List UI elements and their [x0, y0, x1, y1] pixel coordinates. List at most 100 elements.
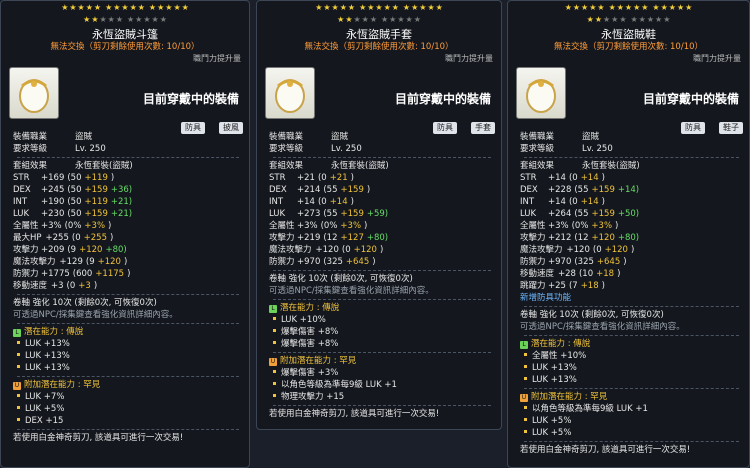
- potential-value: LUK +13%: [25, 339, 70, 349]
- star-icon: ★: [105, 3, 113, 12]
- potential-line: 全屬性 +10%: [520, 350, 743, 362]
- info-row: 套組效果 永恆套裝(盜賊): [13, 160, 243, 172]
- star-icon: ★: [608, 3, 616, 12]
- info-label: 套組效果: [269, 161, 304, 171]
- power-increase-label: 職鬥力提升量: [193, 54, 241, 63]
- additional-label: 附加潛在能力 :: [24, 380, 84, 390]
- star-icon: ★: [435, 3, 443, 12]
- stat-name: 魔法攻擊力: [520, 245, 563, 255]
- star-group: ★ ★ ★ ★ ★: [61, 3, 101, 13]
- stat-total: +120: [315, 245, 339, 255]
- stat-total: +209: [41, 245, 65, 255]
- star-icon: ★: [173, 3, 181, 12]
- star-icon: ★: [323, 3, 331, 12]
- stat-total: +273: [297, 209, 321, 219]
- stat-total: +230: [41, 209, 65, 219]
- info-row: 裝備職業 盜賊: [269, 131, 495, 143]
- star-row-2: ★ ★ ★ ★ ★ ★ ★ ★ ★ ★: [1, 13, 249, 25]
- stat-bonus: +119: [84, 197, 108, 207]
- potential-line: LUK +13%: [13, 350, 243, 362]
- stat-base: (325: [574, 257, 594, 267]
- stat-base: (0: [71, 233, 81, 243]
- stat-enhance: +14): [617, 185, 640, 195]
- stat-name: INT: [269, 197, 284, 207]
- stat-name: LUK: [13, 209, 30, 219]
- additional-value: 物理攻擊力 +15: [281, 392, 345, 402]
- stat-total: +228: [548, 185, 572, 195]
- potential-rank: 傳說: [66, 327, 84, 337]
- stat-name: 攻擊力: [269, 233, 295, 243]
- star-icon: ★: [151, 15, 159, 24]
- star-icon: ★: [91, 15, 99, 24]
- stat-name: DEX: [520, 185, 538, 195]
- stat-name: DEX: [269, 185, 287, 195]
- stat-total: +264: [548, 209, 572, 219]
- legendary-icon: L: [520, 341, 528, 349]
- stat-total: +3%: [41, 221, 62, 231]
- star-icon: ★: [427, 3, 435, 12]
- stat-name: 移動速度: [520, 269, 555, 279]
- stat-base: (0: [317, 173, 327, 183]
- stat-name: 全屬性: [520, 221, 546, 231]
- star-group: ★ ★ ★ ★ ★: [359, 3, 399, 13]
- bullet-icon: [273, 341, 276, 344]
- star-icon: ★: [413, 15, 421, 24]
- stat-total: +1775: [41, 269, 70, 279]
- stat-total: +21: [297, 173, 315, 183]
- star-icon: ★: [611, 15, 619, 24]
- info-row: 裝備職業 盜賊: [520, 131, 743, 143]
- divider: [273, 405, 491, 406]
- divider: [17, 294, 239, 295]
- stat-bonus: +14: [580, 173, 599, 183]
- stat-bonus: +14: [329, 197, 348, 207]
- additional-line: LUK +7%: [13, 391, 243, 403]
- stat-bonus: +159: [591, 209, 615, 219]
- star-force-stars: ★ ★ ★ ★ ★ ★ ★ ★ ★ ★ ★ ★ ★ ★ ★ ★ ★ ★ ★ ★ ★ ★ ★ ★ ★: [508, 1, 749, 25]
- stat-bonus: +255: [83, 233, 107, 243]
- info-row: 套組效果 永恆套裝(盜賊): [269, 160, 495, 172]
- stat-row: 防禦力 +970 (325 +645): [269, 256, 495, 268]
- stat-total: +169: [41, 173, 65, 183]
- star-icon: ★: [638, 15, 646, 24]
- item-name: 永恆盜賊手套: [346, 28, 412, 41]
- info-value: 永恆套裝(盜賊): [75, 161, 133, 171]
- star-icon: ★: [685, 3, 693, 12]
- stat-enhance: +80): [366, 233, 389, 243]
- star-icon: ★: [646, 15, 655, 24]
- stat-bonus: +120: [591, 233, 615, 243]
- star-icon: ★: [77, 3, 85, 12]
- additional-value: DEX +15: [25, 416, 64, 426]
- potential-title: L 潛在能力 : 傳說: [269, 302, 495, 314]
- stat-base: (50: [67, 185, 82, 195]
- star-group: ★ ★ ★ ★ ★: [337, 15, 377, 25]
- potential-rank: 傳說: [573, 339, 591, 349]
- info-label: 要求等級: [269, 144, 304, 154]
- stat-base: (0: [66, 281, 76, 291]
- bullet-icon: [17, 394, 20, 397]
- stat-row: LUK +273 (55 +159 +59): [269, 208, 495, 220]
- stat-name: STR: [269, 173, 286, 183]
- stat-base: (55: [574, 185, 589, 195]
- power-increase-label: 職鬥力提升量: [445, 54, 493, 63]
- info-row: 要求等級 Lv. 250: [520, 143, 743, 155]
- stat-base: (0: [592, 245, 602, 255]
- stat-base: (600: [72, 269, 93, 279]
- stat-base: (50: [67, 197, 82, 207]
- stat-enhance: ): [110, 173, 115, 183]
- potential-title: L 潛在能力 : 傳說: [520, 338, 743, 350]
- equipment-icon: [19, 79, 49, 113]
- star-icon: ★: [383, 3, 391, 12]
- star-icon: ★: [181, 3, 189, 12]
- star-icon: ★: [660, 3, 668, 12]
- stat-enhance: +21): [110, 209, 133, 219]
- potential-label: 潛在能力 :: [280, 303, 323, 313]
- trade-restriction: 無法交換（剪刀剩餘使用次數: 10/10）: [304, 42, 454, 52]
- stat-total: +245: [41, 185, 65, 195]
- stat-total: +3%: [548, 221, 569, 231]
- divider: [524, 335, 739, 336]
- bullet-icon: [17, 341, 20, 344]
- stat-total: +219: [297, 233, 321, 243]
- potential-value: LUK +13%: [532, 363, 577, 373]
- stat-name: LUK: [520, 209, 537, 219]
- star-group: ★ ★ ★ ★ ★: [83, 15, 123, 25]
